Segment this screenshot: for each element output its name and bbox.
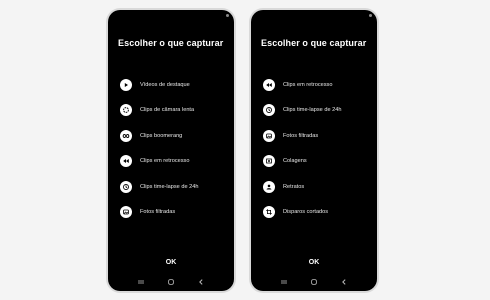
left-screen: Escolher o que capturar Vídeos de destaq… <box>108 10 234 291</box>
filter-photo-icon <box>120 206 132 219</box>
timelapse-icon <box>263 104 275 117</box>
timelapse-icon <box>120 180 132 193</box>
camera-dot <box>369 14 372 17</box>
option-label: Clips em retrocesso <box>283 81 333 88</box>
back-icon[interactable] <box>339 277 349 287</box>
option-cropped-shots[interactable]: Disparos cortados <box>263 200 371 226</box>
page-title: Escolher o que capturar <box>261 38 367 48</box>
option-label: Clips time-lapse de 24h <box>140 183 199 190</box>
capture-options-list: Clips em retrocesso Clips time-lapse de … <box>263 72 371 225</box>
capture-options-list: Vídeos de destaque Clips de câmara lenta… <box>120 72 228 225</box>
rewind-icon <box>120 155 132 168</box>
option-reverse-clips[interactable]: Clips em retrocesso <box>120 149 228 175</box>
option-label: Fotos filtradas <box>140 209 176 216</box>
option-slow-motion[interactable]: Clips de câmara lenta <box>120 98 228 124</box>
option-label: Colagens <box>283 158 307 165</box>
collage-icon <box>263 155 275 168</box>
phone-right: Escolher o que capturar Clips em retroce… <box>249 8 379 293</box>
option-reverse-clips[interactable]: Clips em retrocesso <box>263 72 371 98</box>
option-label: Vídeos de destaque <box>140 81 190 88</box>
rewind-icon <box>263 78 275 91</box>
camera-dot <box>226 14 229 17</box>
option-timelapse[interactable]: Clips time-lapse de 24h <box>120 174 228 200</box>
option-filtered-photos[interactable]: Fotos filtradas <box>120 200 228 226</box>
home-icon[interactable] <box>309 277 319 287</box>
filter-photo-icon <box>263 129 275 142</box>
back-icon[interactable] <box>196 277 206 287</box>
page-title: Escolher o que capturar <box>118 38 224 48</box>
phone-left: Escolher o que capturar Vídeos de destaq… <box>106 8 236 293</box>
crop-icon <box>263 206 275 219</box>
portrait-icon <box>263 180 275 193</box>
option-label: Disparos cortados <box>283 209 329 216</box>
recents-icon[interactable] <box>279 277 289 287</box>
option-label: Clips em retrocesso <box>140 158 190 165</box>
play-icon <box>120 78 132 91</box>
option-boomerang[interactable]: Clips boomerang <box>120 123 228 149</box>
right-screen: Escolher o que capturar Clips em retroce… <box>251 10 377 291</box>
slow-motion-icon <box>120 104 132 117</box>
navigation-bar <box>108 277 234 287</box>
option-label: Clips time-lapse de 24h <box>283 107 342 114</box>
option-label: Clips de câmara lenta <box>140 107 195 114</box>
ok-button[interactable]: OK <box>108 259 234 266</box>
boomerang-icon <box>120 129 132 142</box>
option-timelapse[interactable]: Clips time-lapse de 24h <box>263 98 371 124</box>
option-label: Fotos filtradas <box>283 132 319 139</box>
option-label: Retratos <box>283 183 305 190</box>
option-label: Clips boomerang <box>140 132 183 139</box>
option-portraits[interactable]: Retratos <box>263 174 371 200</box>
navigation-bar <box>251 277 377 287</box>
ok-button[interactable]: OK <box>251 259 377 266</box>
recents-icon[interactable] <box>136 277 146 287</box>
option-highlight-videos[interactable]: Vídeos de destaque <box>120 72 228 98</box>
option-filtered-photos[interactable]: Fotos filtradas <box>263 123 371 149</box>
option-collages[interactable]: Colagens <box>263 149 371 175</box>
home-icon[interactable] <box>166 277 176 287</box>
